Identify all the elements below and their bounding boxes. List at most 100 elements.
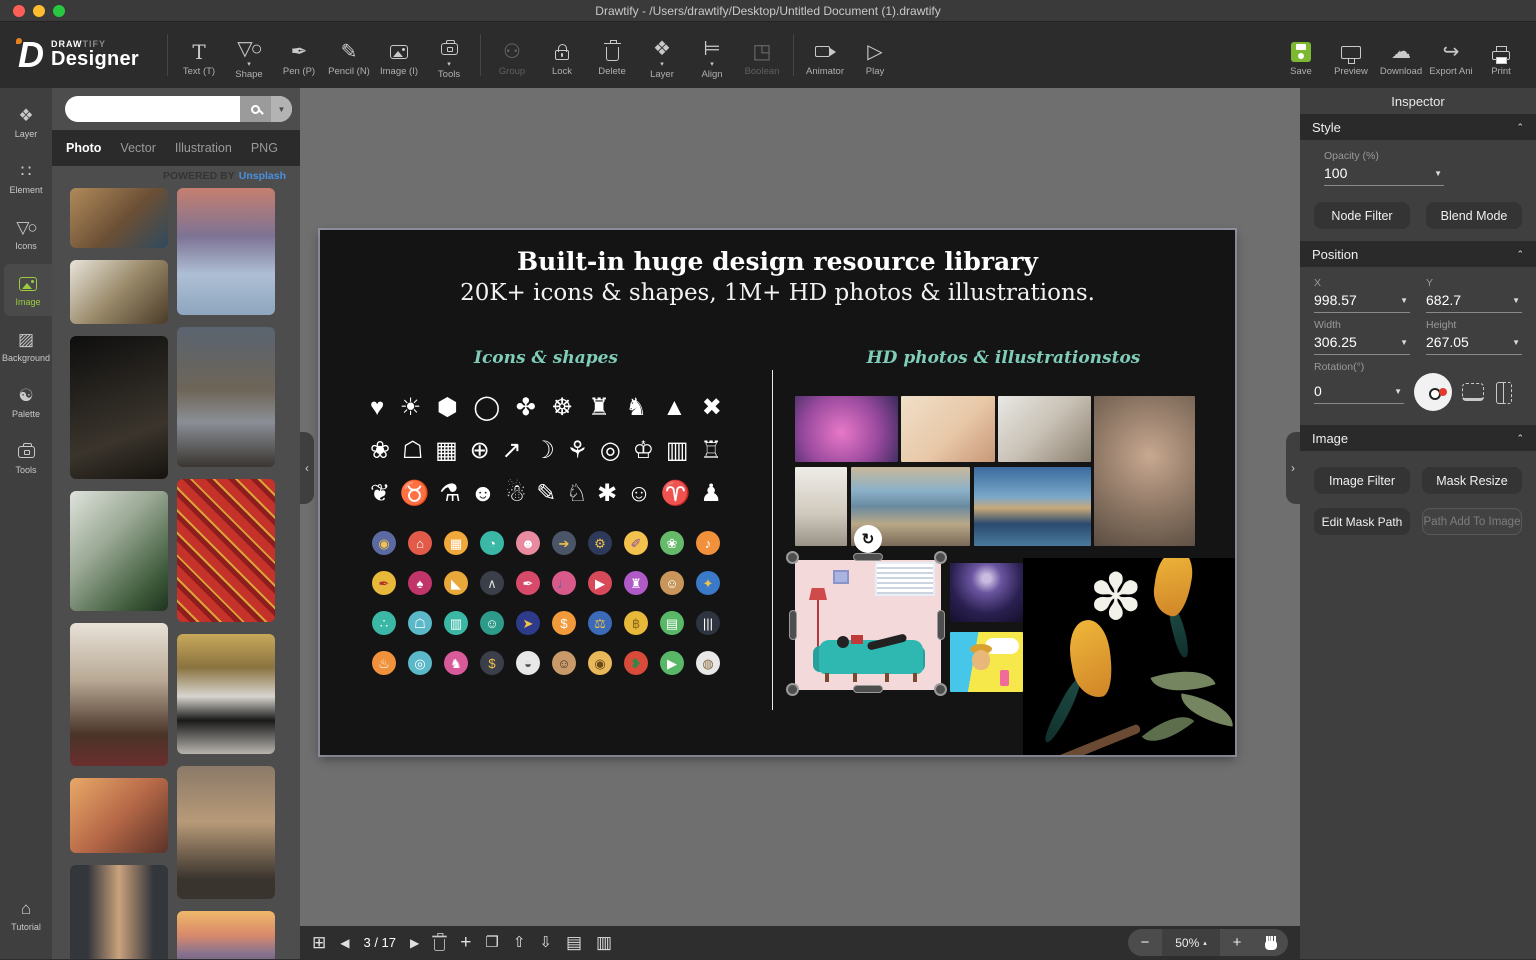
- sunburst-icon[interactable]: ☀: [400, 395, 422, 420]
- selection-handle-bottom-right[interactable]: [934, 683, 947, 696]
- ruler-icon[interactable]: ◣: [444, 571, 468, 595]
- avatar-woman-icon[interactable]: ☻: [516, 531, 540, 555]
- reader-icon[interactable]: ✎: [536, 481, 556, 506]
- y-field[interactable]: 682.7 ▼: [1426, 289, 1522, 313]
- tower-icon[interactable]: ♖: [700, 438, 722, 463]
- drafting-compass-icon[interactable]: ∧: [480, 571, 504, 595]
- bee-icon[interactable]: ✱: [597, 481, 617, 506]
- house-icon[interactable]: ⌂: [408, 531, 432, 555]
- location-hand-icon[interactable]: ➤: [516, 611, 540, 635]
- mask-resize-button[interactable]: Mask Resize: [1422, 467, 1522, 494]
- paint-tool-icon[interactable]: ✐: [624, 531, 648, 555]
- game-controller-icon[interactable]: ◒: [516, 651, 540, 675]
- photo-snowy-mountain-dusk[interactable]: [177, 188, 275, 315]
- mount-rushmore-icon[interactable]: ▲: [662, 395, 686, 420]
- flip-mask-icon[interactable]: [1494, 382, 1514, 404]
- photo-woman-sunset[interactable]: [70, 778, 168, 853]
- list-view-button[interactable]: ▥: [596, 934, 612, 951]
- map-viewer-icon[interactable]: ◎: [408, 651, 432, 675]
- boy-icon[interactable]: ☺: [552, 651, 576, 675]
- mosaic-mother-baby[interactable]: [901, 396, 995, 462]
- photo-family-dogs-couch[interactable]: [70, 623, 168, 766]
- style-section-header[interactable]: Style ⌃: [1300, 114, 1536, 140]
- hexagon-icon[interactable]: ⬢: [437, 395, 458, 420]
- bull-icon[interactable]: ♉: [400, 481, 430, 506]
- lock-button[interactable]: Lock: [537, 22, 587, 88]
- rail-item-palette[interactable]: ☯ Palette: [0, 376, 52, 428]
- move-page-down-button[interactable]: ⇩: [539, 935, 552, 950]
- mosaic-bright-interior[interactable]: [795, 467, 847, 546]
- rail-item-background[interactable]: ▨ Background: [0, 320, 52, 372]
- rail-item-element[interactable]: ∷ Element: [0, 152, 52, 204]
- mosaic-woman-portrait[interactable]: [1094, 396, 1195, 546]
- photo-green-interior[interactable]: [70, 491, 168, 611]
- photo-red-plaid[interactable]: [177, 479, 275, 622]
- design-page[interactable]: Built-in huge design resource library 20…: [320, 230, 1235, 755]
- zoom-out-button[interactable]: −: [1128, 929, 1162, 956]
- selection-handle-right[interactable]: [937, 610, 945, 640]
- sports-balls-icon[interactable]: ◍: [696, 651, 720, 675]
- horse-icon[interactable]: ♘: [566, 481, 588, 506]
- mosaic-parrots-illustration[interactable]: ✽: [1023, 558, 1235, 755]
- mosaic-fairy-night-illustration[interactable]: [950, 563, 1023, 622]
- duplicate-page-button[interactable]: ❐: [485, 935, 498, 950]
- layer-button[interactable]: ❖ ▾ Layer: [637, 22, 687, 88]
- opera-house-icon[interactable]: ☖: [408, 611, 432, 635]
- ring-icon[interactable]: ◯: [473, 395, 500, 420]
- quatrefoil-icon[interactable]: ✤: [516, 395, 536, 420]
- selection-handle-bottom-left[interactable]: [786, 683, 799, 696]
- stadium-icon[interactable]: ◎: [600, 438, 621, 463]
- guitar-icon[interactable]: ♩: [552, 571, 576, 595]
- cash-register-icon[interactable]: ▤: [660, 611, 684, 635]
- scales-icon[interactable]: ⚖: [588, 611, 612, 635]
- image-tool-button[interactable]: Image (I): [374, 22, 424, 88]
- dollar-exchange-icon[interactable]: $: [552, 611, 576, 635]
- photo-woman-coat[interactable]: [70, 865, 168, 959]
- pan-tool-button[interactable]: [1254, 929, 1288, 956]
- brush-cup-icon[interactable]: ✒: [372, 571, 396, 595]
- pencil-tool-button[interactable]: ✎ Pencil (N): [324, 22, 374, 88]
- download-button[interactable]: ☁ Download: [1376, 22, 1426, 88]
- mosaic-dahlia-flower[interactable]: [795, 396, 898, 462]
- flowers-icon[interactable]: ❀: [370, 438, 390, 463]
- ferris-wheel-icon[interactable]: ☸: [551, 395, 573, 420]
- selection-handle-top-left[interactable]: [786, 551, 799, 564]
- tab-illustration[interactable]: Illustration: [175, 141, 232, 155]
- butterfly-icon[interactable]: ❦: [370, 481, 390, 506]
- rail-item-icons[interactable]: ▽○ Icons: [0, 208, 52, 260]
- opacity-field[interactable]: 100 ▼: [1324, 162, 1444, 186]
- photo-black-car-garage[interactable]: [177, 634, 275, 754]
- image-filter-button[interactable]: Image Filter: [1314, 467, 1410, 494]
- tab-png[interactable]: PNG: [251, 141, 278, 155]
- calculator-icon[interactable]: ▦: [435, 438, 458, 463]
- lock-icon[interactable]: ◉: [372, 531, 396, 555]
- delete-button[interactable]: Delete: [587, 22, 637, 88]
- collapse-left-panel-tab[interactable]: ‹: [300, 432, 314, 504]
- canvas-area[interactable]: ‹ › Built-in huge design resource librar…: [300, 88, 1300, 959]
- rail-item-tutorial[interactable]: ⌂ Tutorial: [0, 889, 52, 941]
- group-button[interactable]: ⚇ Group: [487, 22, 537, 88]
- pen-tool-icon[interactable]: ✒: [516, 571, 540, 595]
- previous-page-button[interactable]: ◀: [340, 937, 349, 949]
- film-reel-icon[interactable]: ▶: [588, 571, 612, 595]
- barcode-icon[interactable]: |||: [696, 611, 720, 635]
- rail-item-image[interactable]: Image: [4, 264, 52, 316]
- pink-castle-icon[interactable]: ♜: [624, 571, 648, 595]
- magician-hat-icon[interactable]: ♠: [408, 571, 432, 595]
- shape-tool-button[interactable]: ▽○ ▾ Shape: [224, 22, 274, 88]
- leopard-icon[interactable]: ◉: [588, 651, 612, 675]
- rotation-field[interactable]: 0 ▼: [1314, 380, 1404, 404]
- windmill-icon[interactable]: ✖: [702, 395, 722, 420]
- people-group-icon[interactable]: ☺: [480, 611, 504, 635]
- path-add-to-image-button[interactable]: Path Add To Image: [1422, 508, 1522, 535]
- deer-icon[interactable]: ♈: [661, 481, 691, 506]
- reader-view-button[interactable]: ▤: [566, 934, 582, 951]
- position-section-header[interactable]: Position ⌃: [1300, 241, 1536, 267]
- dragon-icon[interactable]: ♞: [444, 651, 468, 675]
- parrot-icon[interactable]: ❥: [624, 651, 648, 675]
- save-button[interactable]: Save: [1276, 22, 1326, 88]
- selection-handle-left[interactable]: [789, 610, 797, 640]
- mosaic-woman-sofa[interactable]: [998, 396, 1091, 462]
- music-note-icon[interactable]: ♪: [696, 531, 720, 555]
- tab-vector[interactable]: Vector: [120, 141, 155, 155]
